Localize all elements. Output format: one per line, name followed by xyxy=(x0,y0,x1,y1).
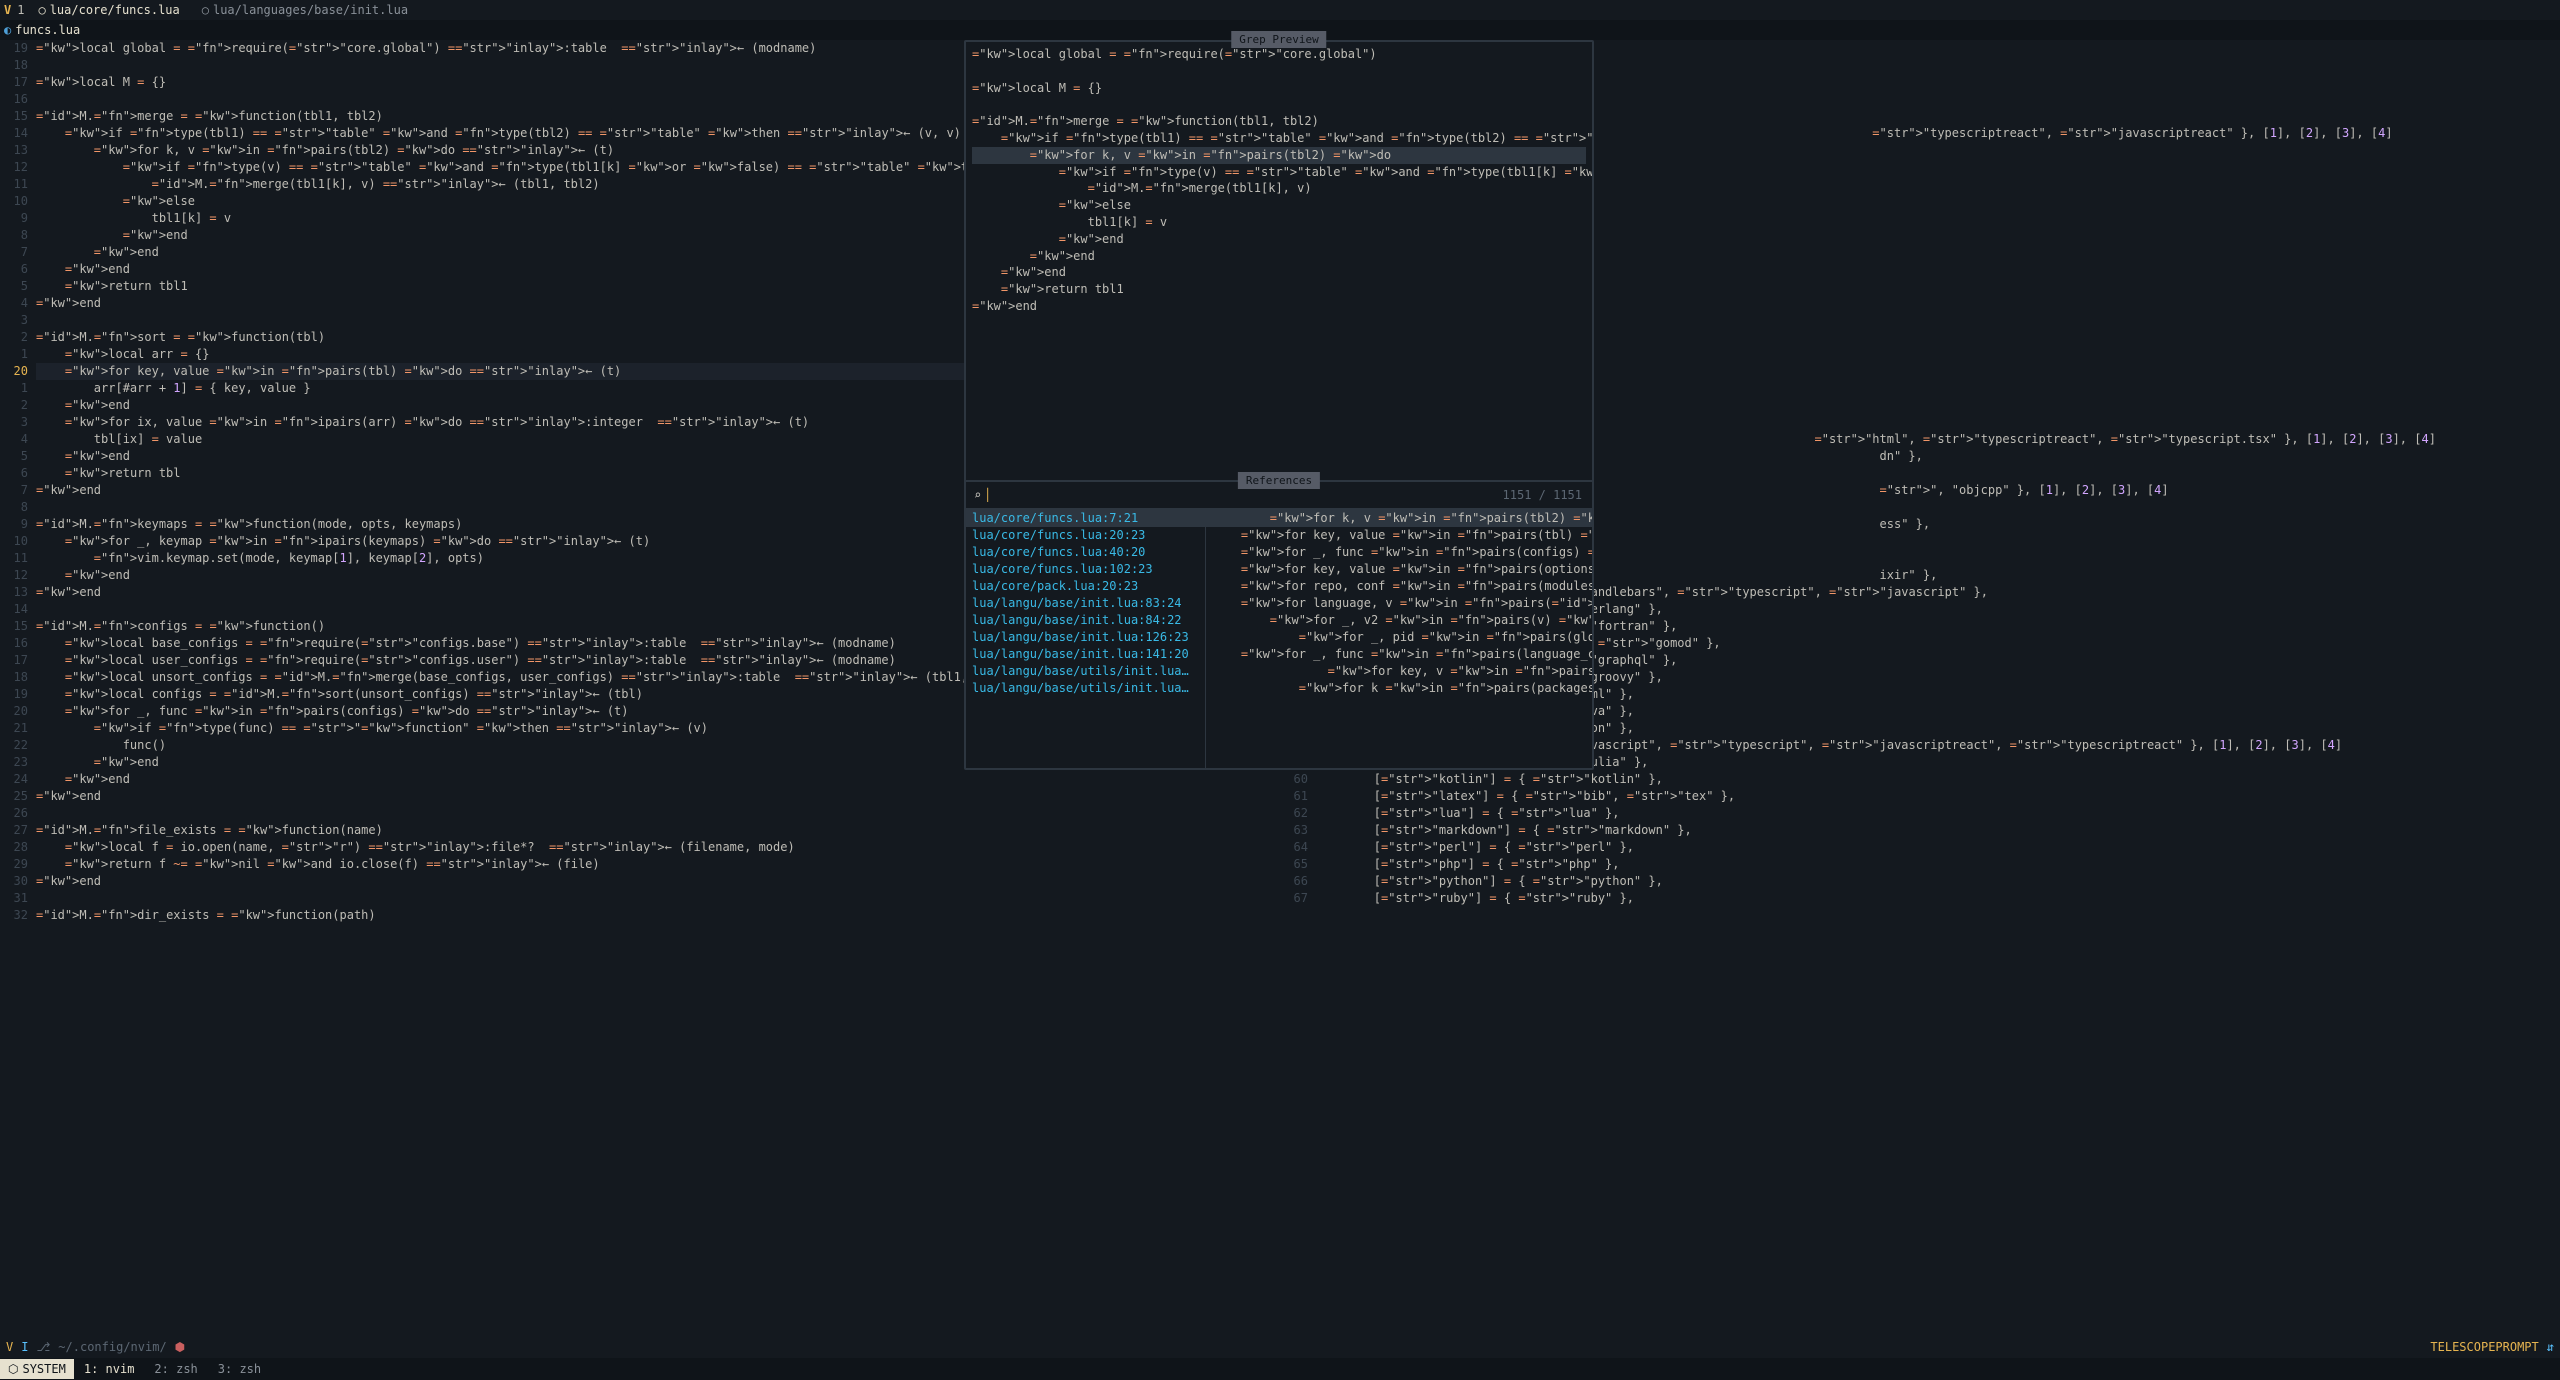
result-location[interactable]: lua/langu/base/utils/init.lua… xyxy=(966,663,1205,680)
circle-icon: ○ xyxy=(38,2,45,19)
bufferline: V 1 ○ lua/core/funcs.lua ○ lua/languages… xyxy=(0,0,2560,20)
code-line[interactable]: [="str">"markdown"] = { ="str">"markdown… xyxy=(1316,822,2560,839)
filetype-label: TELESCOPEPROMPT xyxy=(2430,1339,2538,1356)
session-icon: ⬡ xyxy=(8,1361,18,1378)
result-location[interactable]: lua/core/funcs.lua:102:23 xyxy=(966,561,1205,578)
statusline: V I ⎇ ~/.config/nvim/ ⬢ TELESCOPEPROMPT … xyxy=(0,1336,2560,1358)
left-gutter: 1918171615141312111098765432120123456789… xyxy=(0,40,36,1336)
sort-icon: ⇵ xyxy=(2547,1339,2554,1356)
circle-icon: ○ xyxy=(202,2,209,19)
tmux-session[interactable]: ⬡ SYSTEM xyxy=(0,1359,74,1380)
preview-line xyxy=(972,63,1586,80)
preview-line: ="kw">end xyxy=(972,264,1586,281)
result-line[interactable]: ="kw">for language, v ="kw">in ="fn">pai… xyxy=(1206,595,1592,612)
result-line[interactable]: ="kw">for key, value ="kw">in ="fn">pair… xyxy=(1206,527,1592,544)
tmux-window[interactable]: 2: zsh xyxy=(144,1360,207,1378)
buffer-tab-1[interactable]: ○ lua/core/funcs.lua xyxy=(30,2,187,19)
code-line[interactable]: ="id">M.="fn">file_exists = ="kw">functi… xyxy=(36,822,1280,839)
preview-line: ="kw">for k, v ="kw">in ="fn">pairs(tbl2… xyxy=(972,147,1586,164)
result-line[interactable]: ="kw">for _, pid ="kw">in ="fn">pairs(gl… xyxy=(1206,629,1592,646)
tab-number: 1 xyxy=(17,2,24,19)
code-line[interactable]: [="str">"lua"] = { ="str">"lua" }, xyxy=(1316,805,2560,822)
code-line[interactable]: [="str">"ruby"] = { ="str">"ruby" }, xyxy=(1316,890,2560,907)
cwd-path: ~/.config/nvim/ xyxy=(58,1339,166,1356)
result-line[interactable]: ="kw">for key, value ="kw">in ="fn">pair… xyxy=(1206,561,1592,578)
buffer-path: lua/core/funcs.lua xyxy=(50,2,180,19)
result-locations[interactable]: lua/core/funcs.lua:7:21lua/core/funcs.lu… xyxy=(966,510,1206,768)
result-line[interactable]: ="kw">for k ="kw">in ="fn">pairs(package… xyxy=(1206,680,1592,697)
code-line[interactable]: ="kw">end xyxy=(36,788,1280,805)
result-line[interactable]: ="kw">for _, v2 ="kw">in ="fn">pairs(v) … xyxy=(1206,612,1592,629)
result-line[interactable]: ="kw">for key, v ="kw">in ="fn">pairs(pa… xyxy=(1206,663,1592,680)
tmux-window[interactable]: 1: nvim xyxy=(74,1360,145,1378)
editor-area: 1918171615141312111098765432120123456789… xyxy=(0,40,2560,1336)
code-line[interactable] xyxy=(36,890,1280,907)
preview-line: ="kw">local M = {} xyxy=(972,80,1586,97)
telescope-results[interactable]: lua/core/funcs.lua:7:21lua/core/funcs.lu… xyxy=(965,509,1593,769)
telescope-prompt-title: References xyxy=(1238,472,1320,489)
result-location[interactable]: lua/langu/base/init.lua:141:20 xyxy=(966,646,1205,663)
result-counter: 1151 / 1151 xyxy=(1503,487,1582,504)
code-line[interactable]: [="str">"perl"] = { ="str">"perl" }, xyxy=(1316,839,2560,856)
search-icon: ⌕ xyxy=(974,487,981,504)
code-line[interactable]: ="kw">end xyxy=(36,873,1280,890)
preview-line: tbl1[k] = v xyxy=(972,214,1586,231)
result-location[interactable]: lua/core/funcs.lua:40:20 xyxy=(966,544,1205,561)
preview-line: ="kw">local global = ="fn">require(="str… xyxy=(972,46,1586,63)
file-tab[interactable]: ◐ funcs.lua xyxy=(4,22,80,39)
code-line[interactable]: ="kw">return f ~= ="kw">nil ="kw">and io… xyxy=(36,856,1280,873)
telescope-preview-title: Grep Preview xyxy=(1231,31,1326,48)
code-line[interactable]: [="str">"python"] = { ="str">"python" }, xyxy=(1316,873,2560,890)
result-line[interactable]: ="kw">for _, func ="kw">in ="fn">pairs(c… xyxy=(1206,544,1592,561)
result-line[interactable]: ="kw">for _, func ="kw">in ="fn">pairs(l… xyxy=(1206,646,1592,663)
insert-icon: I xyxy=(21,1339,28,1356)
code-line[interactable]: ="kw">end xyxy=(36,771,1280,788)
tmux-window[interactable]: 3: zsh xyxy=(208,1360,271,1378)
branch-icon: ⎇ xyxy=(36,1339,50,1356)
buffer-path: lua/languages/base/init.lua xyxy=(213,2,408,19)
result-location[interactable]: lua/langu/base/init.lua:84:22 xyxy=(966,612,1205,629)
result-line[interactable]: ="kw">for k, v ="kw">in ="fn">pairs(tbl2… xyxy=(1206,510,1592,527)
preview-line: ="kw">return tbl1 xyxy=(972,281,1586,298)
result-line[interactable]: ="kw">for repo, conf ="kw">in ="fn">pair… xyxy=(1206,578,1592,595)
preview-line xyxy=(972,96,1586,113)
preview-line: ="kw">if ="fn">type(v) == ="str">"table"… xyxy=(972,164,1586,181)
telescope-preview[interactable]: ="kw">local global = ="fn">require(="str… xyxy=(965,41,1593,481)
result-location[interactable]: lua/langu/base/utils/init.lua… xyxy=(966,680,1205,697)
preview-line: ="kw">end xyxy=(972,248,1586,265)
result-location[interactable]: lua/core/pack.lua:20:23 xyxy=(966,578,1205,595)
preview-line: ="kw">if ="fn">type(tbl1) == ="str">"tab… xyxy=(972,130,1586,147)
mode-icon: V xyxy=(6,1339,13,1356)
buffer-tab-2[interactable]: ○ lua/languages/base/init.lua xyxy=(194,2,416,19)
result-location[interactable]: lua/langu/base/init.lua:83:24 xyxy=(966,595,1205,612)
result-location[interactable]: lua/langu/base/init.lua:126:23 xyxy=(966,629,1205,646)
mode-indicator: V xyxy=(4,2,11,19)
code-line[interactable]: [="str">"latex"] = { ="str">"bib", ="str… xyxy=(1316,788,2560,805)
code-line[interactable]: [="str">"php"] = { ="str">"php" }, xyxy=(1316,856,2560,873)
preview-line: ="kw">else xyxy=(972,197,1586,214)
code-line[interactable]: [="str">"kotlin"] = { ="str">"kotlin" }, xyxy=(1316,771,2560,788)
prompt-cursor: ▏ xyxy=(987,487,994,504)
preview-line: ="id">M.="fn">merge = ="kw">function(tbl… xyxy=(972,113,1586,130)
code-line[interactable]: ="id">M.="fn">dir_exists = ="kw">functio… xyxy=(36,907,1280,924)
modified-icon: ⬢ xyxy=(175,1339,185,1356)
code-line[interactable]: ="kw">local f = io.open(name, ="str">"r"… xyxy=(36,839,1280,856)
telescope-picker: Grep Preview ="kw">local global = ="fn">… xyxy=(964,40,1594,770)
result-lines[interactable]: ="kw">for k, v ="kw">in ="fn">pairs(tbl2… xyxy=(1206,510,1592,768)
preview-line: ="kw">end xyxy=(972,298,1586,315)
code-line[interactable] xyxy=(36,805,1280,822)
lua-icon: ◐ xyxy=(4,22,11,39)
preview-line: ="kw">end xyxy=(972,231,1586,248)
result-location[interactable]: lua/core/funcs.lua:7:21 xyxy=(966,510,1205,527)
preview-line: ="id">M.="fn">merge(tbl1[k], v) xyxy=(972,180,1586,197)
session-name: SYSTEM xyxy=(22,1361,65,1378)
tmux-statusline: ⬡ SYSTEM 1: nvim2: zsh3: zsh xyxy=(0,1358,2560,1380)
result-location[interactable]: lua/core/funcs.lua:20:23 xyxy=(966,527,1205,544)
filename: funcs.lua xyxy=(15,22,80,39)
